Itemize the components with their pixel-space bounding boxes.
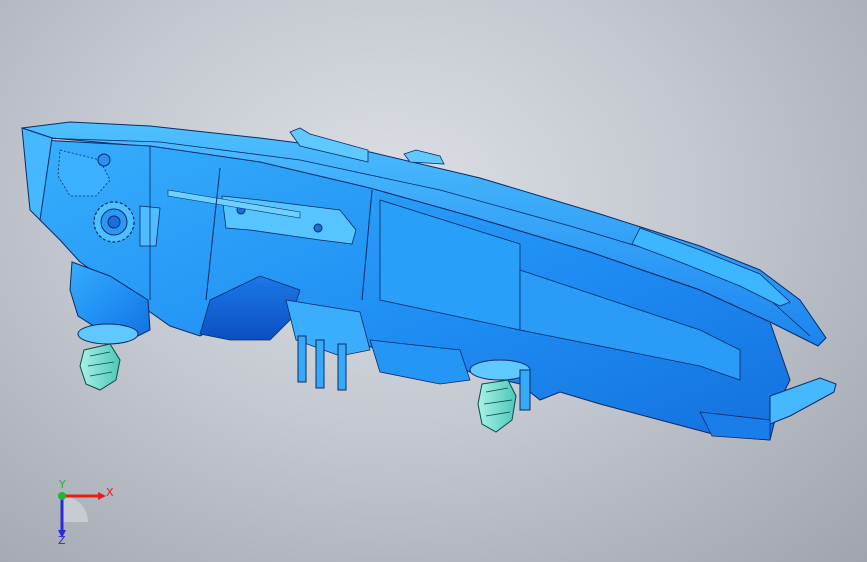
peg-4 <box>519 369 531 411</box>
z-axis-label: Z <box>58 534 66 547</box>
peg-2 <box>315 339 325 389</box>
gear-wheel[interactable] <box>93 201 135 243</box>
graphics-viewport[interactable]: X Y Z <box>0 0 867 562</box>
link-pin-2 <box>313 223 323 233</box>
y-axis-dot <box>58 492 66 500</box>
boss-flange <box>77 323 139 345</box>
peg-1 <box>297 335 307 383</box>
snap-clip-left[interactable] <box>79 343 121 391</box>
y-axis-label: Y <box>59 478 66 491</box>
pivot-pin <box>97 153 111 167</box>
x-axis-arrowhead <box>98 492 106 500</box>
top-tab <box>403 149 445 165</box>
x-axis-label: X <box>106 486 114 499</box>
cad-model-view[interactable] <box>0 0 867 562</box>
peg-3 <box>337 343 347 391</box>
snap-clip-right[interactable] <box>477 379 517 433</box>
view-orientation-triad[interactable]: X Y Z <box>40 478 120 548</box>
